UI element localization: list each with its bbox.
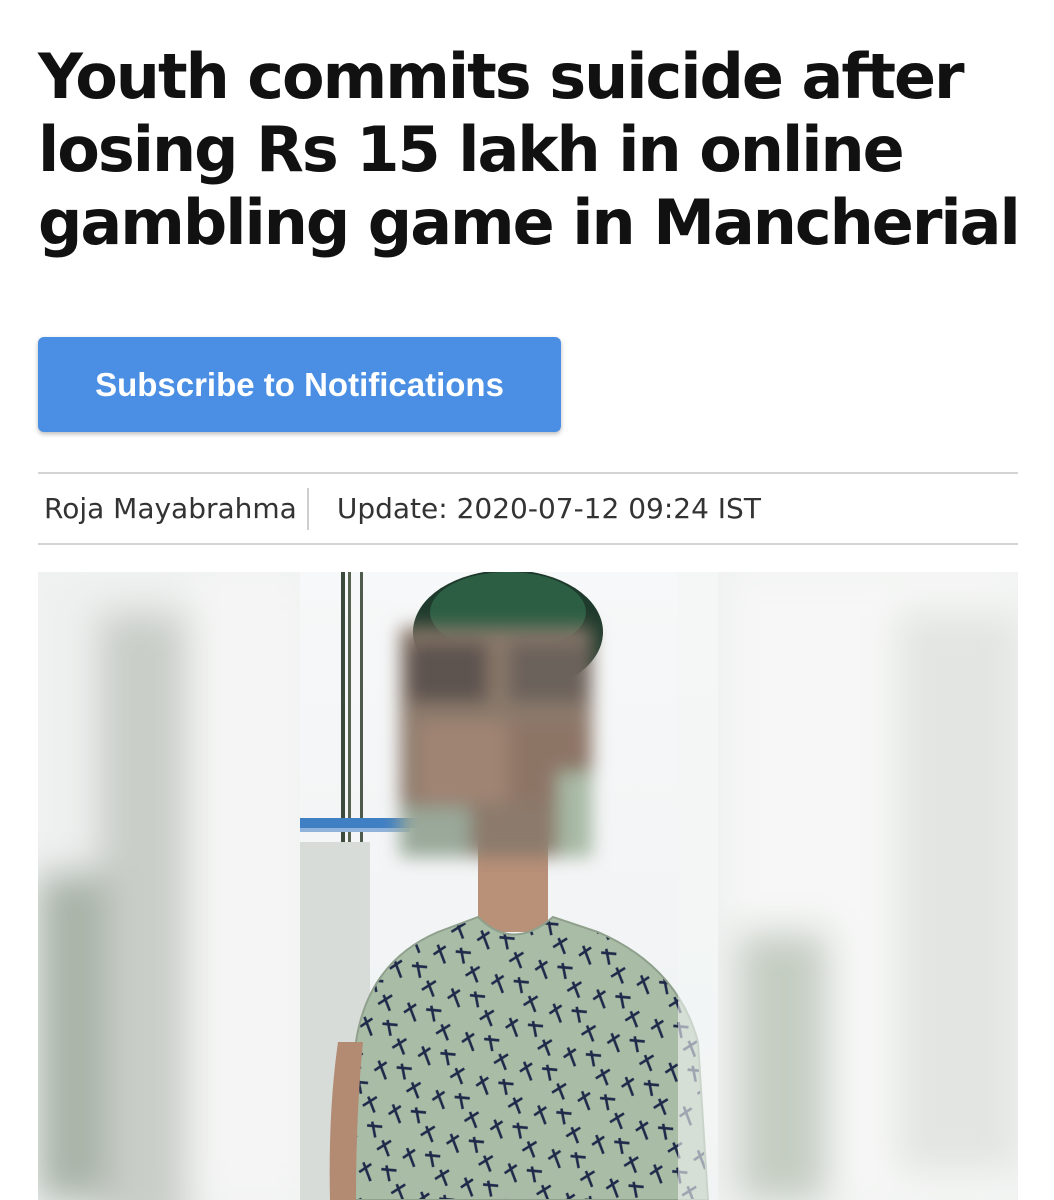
subscribe-notifications-button[interactable]: Subscribe to Notifications	[38, 337, 561, 432]
blurred-face	[400, 627, 592, 857]
update-timestamp: Update: 2020-07-12 09:24 IST	[336, 491, 761, 525]
article-headline: Youth commits suicide after losing Rs 15…	[38, 40, 1021, 259]
author-name[interactable]: Roja Mayabrahma	[38, 487, 309, 530]
article-photo-image	[38, 572, 1018, 1200]
article-meta-bar: Roja Mayabrahma Update: 2020-07-12 09:24…	[38, 472, 1018, 545]
article-photo	[38, 572, 1018, 1200]
